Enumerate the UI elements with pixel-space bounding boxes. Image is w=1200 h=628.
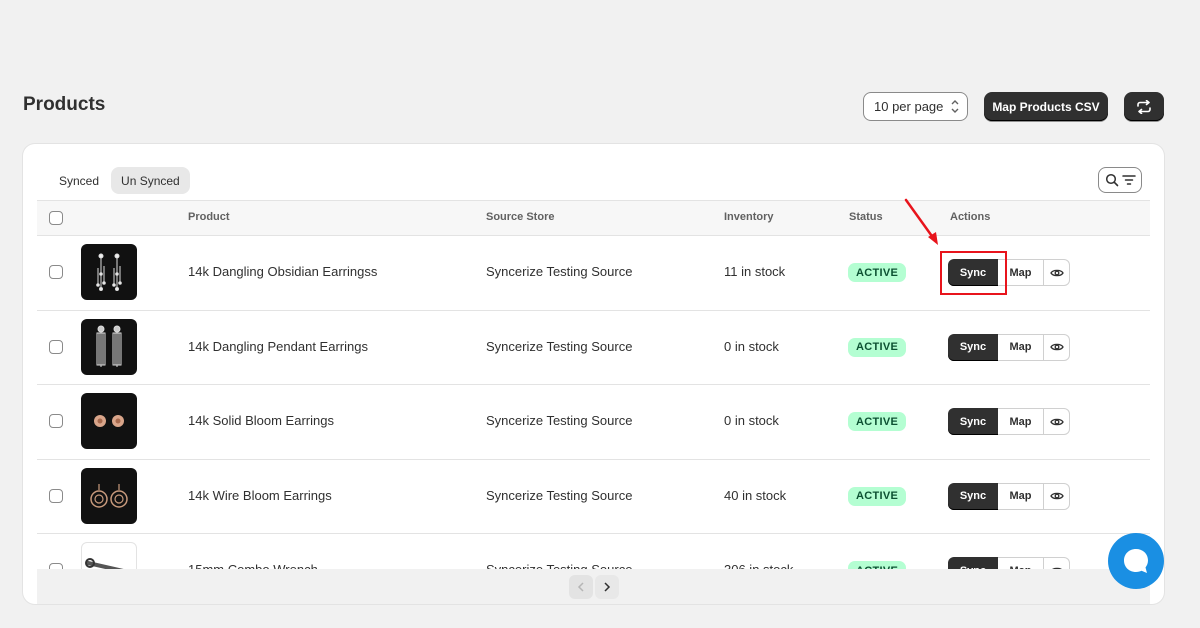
- row-actions: Sync Map: [948, 333, 1070, 361]
- view-button[interactable]: [1044, 333, 1070, 361]
- row-checkbox[interactable]: [49, 488, 63, 503]
- map-button[interactable]: Map: [998, 408, 1044, 435]
- chat-launcher-button[interactable]: [1108, 533, 1164, 589]
- table-row[interactable]: 14k Dangling Pendant Earrings Syncerize …: [37, 311, 1150, 385]
- search-filter-button[interactable]: [1098, 167, 1142, 193]
- inventory: 0 in stock: [724, 413, 779, 428]
- per-page-value: 10 per page: [874, 99, 944, 114]
- select-chevrons-icon: [951, 100, 959, 113]
- column-source-store: Source Store: [486, 211, 555, 223]
- row-checkbox[interactable]: [49, 265, 63, 279]
- annotation-highlight-box: [940, 251, 1007, 295]
- select-all-checkbox[interactable]: [49, 211, 63, 225]
- sync-tabs: Synced Un Synced: [49, 167, 190, 194]
- product-name: 14k Wire Bloom Earrings: [188, 487, 332, 503]
- table-row[interactable]: 14k Wire Bloom Earrings Syncerize Testin…: [37, 460, 1150, 534]
- status-badge: ACTIVE: [848, 263, 907, 282]
- column-actions: Actions: [950, 211, 991, 223]
- filter-icon: [1121, 175, 1136, 185]
- view-button[interactable]: [1044, 482, 1070, 510]
- products-card: Synced Un Synced Product Source Store In…: [23, 144, 1164, 604]
- map-button[interactable]: Map: [998, 333, 1044, 361]
- product-thumbnail: [81, 244, 137, 300]
- sync-button[interactable]: Sync: [948, 482, 998, 510]
- table-header: Product Source Store Inventory Status Ac…: [37, 200, 1150, 236]
- dangling-obsidian-earrings-image: [96, 253, 122, 291]
- column-product: Product: [188, 211, 230, 223]
- sync-button[interactable]: Sync: [948, 408, 998, 435]
- eye-icon: [1049, 269, 1064, 276]
- search-icon: [1105, 173, 1118, 187]
- status-badge: ACTIVE: [848, 486, 907, 506]
- table-row[interactable]: 14k Solid Bloom Earrings Syncerize Testi…: [37, 385, 1150, 460]
- inventory: 0 in stock: [724, 338, 779, 354]
- sync-button[interactable]: Sync: [948, 333, 998, 361]
- pagination: [569, 575, 619, 599]
- map-products-csv-button[interactable]: Map Products CSV: [984, 92, 1108, 121]
- next-page-button[interactable]: [595, 575, 619, 599]
- dangling-pendant-earrings-image: [96, 325, 122, 367]
- chevron-right-icon: [604, 582, 611, 592]
- product-thumbnail: [81, 393, 137, 449]
- status-badge: ACTIVE: [848, 337, 907, 357]
- product-thumbnail: [81, 467, 137, 524]
- view-button[interactable]: [1044, 259, 1070, 286]
- column-status: Status: [849, 211, 883, 223]
- refresh-icon: [1137, 99, 1151, 114]
- row-actions: Sync Map: [948, 482, 1070, 510]
- row-actions: Sync Map: [948, 408, 1070, 435]
- chevron-left-icon: [577, 582, 584, 592]
- eye-icon: [1049, 343, 1064, 351]
- status-badge: ACTIVE: [848, 412, 907, 431]
- tab-synced[interactable]: Synced: [49, 167, 109, 194]
- row-checkbox[interactable]: [49, 339, 63, 354]
- wire-bloom-earrings-image: [90, 483, 128, 508]
- annotation-arrow-icon: [904, 198, 938, 245]
- source-store: Syncerize Testing Source: [486, 338, 633, 354]
- product-thumbnail: [81, 318, 137, 375]
- eye-icon: [1049, 418, 1064, 425]
- solid-bloom-earrings-image: [94, 415, 124, 427]
- column-inventory: Inventory: [724, 211, 774, 223]
- page-header: Products 10 per page Map Products CSV: [23, 92, 1164, 122]
- product-name: 14k Dangling Obsidian Earringss: [188, 264, 378, 279]
- pagination-bar: [37, 569, 1150, 604]
- source-store: Syncerize Testing Source: [486, 264, 633, 279]
- tab-un-synced[interactable]: Un Synced: [111, 167, 190, 194]
- source-store: Syncerize Testing Source: [486, 487, 633, 503]
- inventory: 40 in stock: [724, 487, 787, 503]
- product-name: 14k Dangling Pendant Earrings: [188, 338, 368, 354]
- refresh-button[interactable]: [1124, 92, 1164, 121]
- page-title: Products: [23, 94, 106, 115]
- eye-icon: [1049, 492, 1064, 500]
- map-button[interactable]: Map: [998, 482, 1044, 510]
- chat-icon: [1124, 549, 1148, 573]
- inventory: 11 in stock: [724, 264, 786, 279]
- product-name: 14k Solid Bloom Earrings: [188, 413, 334, 428]
- row-checkbox[interactable]: [49, 414, 63, 428]
- source-store: Syncerize Testing Source: [486, 413, 633, 428]
- view-button[interactable]: [1044, 408, 1070, 435]
- per-page-select[interactable]: 10 per page: [863, 92, 968, 121]
- previous-page-button[interactable]: [569, 575, 593, 599]
